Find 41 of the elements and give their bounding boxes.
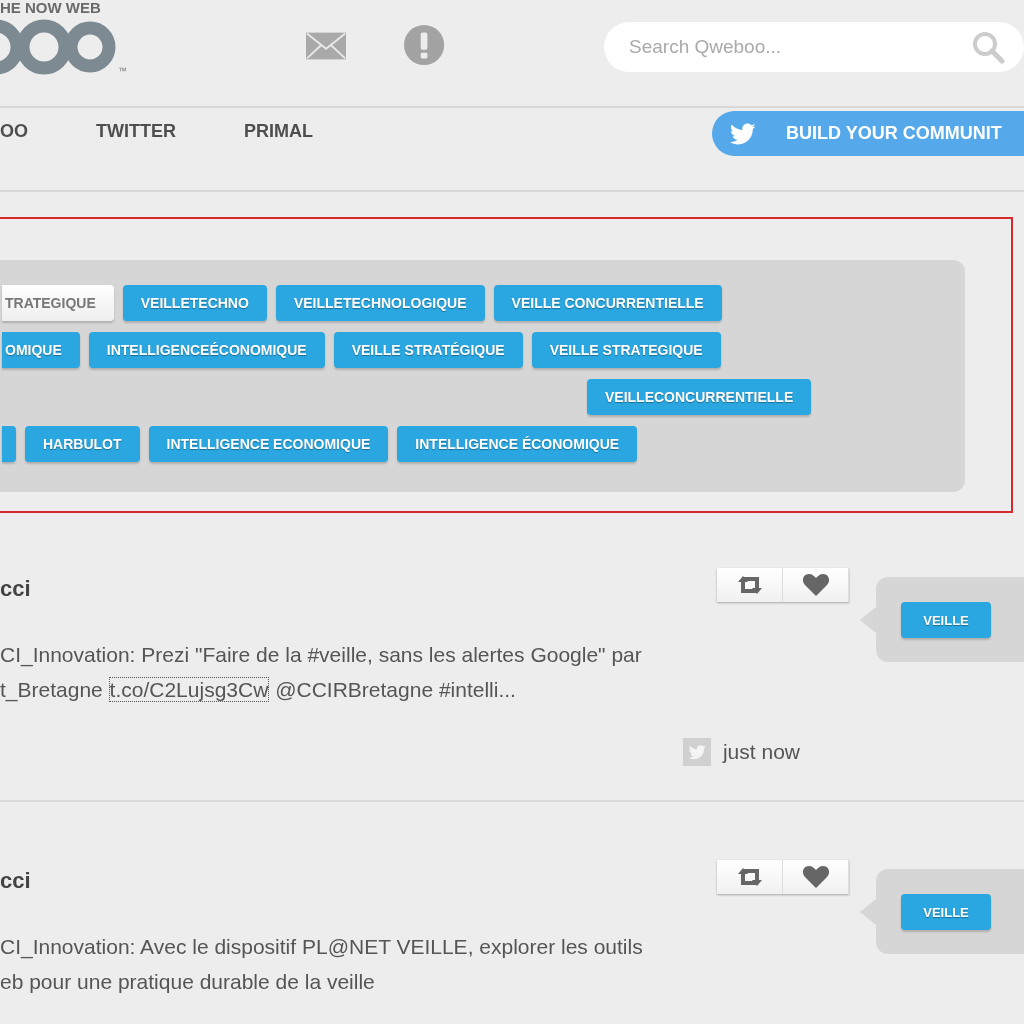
nav-tab[interactable]: PRIMAL (244, 121, 313, 142)
like-button[interactable] (783, 568, 849, 602)
retweet-button[interactable] (717, 860, 783, 894)
tag-button[interactable]: INTELLIGENCEÉCONOMIQUE (88, 332, 325, 368)
author-name[interactable]: cci (0, 576, 717, 602)
search-field[interactable]: Search Qweboo... (604, 22, 1024, 72)
tag-button[interactable]: VEILLE (901, 894, 991, 930)
heart-icon (801, 865, 830, 889)
post-link[interactable]: t.co/C2Lujsg3Cw (108, 677, 270, 702)
twitter-icon (682, 738, 711, 766)
tag-button[interactable]: TRATEGIQUE (2, 285, 114, 321)
tag-button[interactable]: VEILLE CONCURRENTIELLE (493, 285, 722, 321)
retweet-button[interactable] (717, 568, 783, 602)
tag-button[interactable]: OMIQUE (2, 332, 80, 368)
tag-button[interactable]: VEILLECONCURRENTIELLE (587, 379, 812, 415)
retweet-icon (735, 575, 764, 595)
nav-tab[interactable]: OO (0, 121, 28, 142)
logo-drawing[interactable] (0, 18, 116, 76)
nav-tab[interactable]: TWITTER (96, 121, 176, 142)
alert-icon[interactable] (403, 24, 444, 66)
mail-icon[interactable] (305, 32, 346, 60)
tag-button[interactable]: VEILLE (901, 602, 991, 638)
logo-tagline: HE NOW WEB (0, 0, 102, 16)
tag-button[interactable]: VEILLE STRATÉGIQUE (333, 332, 523, 368)
like-button[interactable] (783, 860, 849, 894)
tag-button[interactable]: VEILLETECHNOLOGIQUE (275, 285, 485, 321)
timestamp: just now (722, 740, 800, 764)
tag-button[interactable]: VEILLE STRATEGIQUE (531, 332, 721, 368)
tag-button[interactable]: INTELLIGENCE ÉCONOMIQUE (397, 426, 638, 462)
search-icon[interactable] (971, 30, 1005, 64)
retweet-icon (735, 867, 764, 887)
build-community-button[interactable]: BUILD YOUR COMMUNIT (712, 111, 1024, 156)
post-text: CI_Innovation: Prezi "Faire de la #veille, sans les alertes Google" par t_Bretagne t.co/C2Lujsg3Cw @CCIRBretagne #intelli... (0, 642, 643, 704)
bird-icon (730, 122, 756, 145)
heart-icon (801, 573, 830, 597)
tag-button[interactable]: HARBULOT (25, 426, 140, 462)
tag-button[interactable]: INTELLIGENCE ECONOMIQUE (148, 426, 389, 462)
tag-button[interactable]: VEILLETECHNO (122, 285, 267, 321)
trademark: ™ (118, 66, 127, 76)
post-text: CI_Innovation: Avec le dispositif PL@NET VEILLE, explorer les outils eb pour une pratique durable de la veille (0, 934, 644, 995)
author-name[interactable]: cci (0, 868, 717, 894)
